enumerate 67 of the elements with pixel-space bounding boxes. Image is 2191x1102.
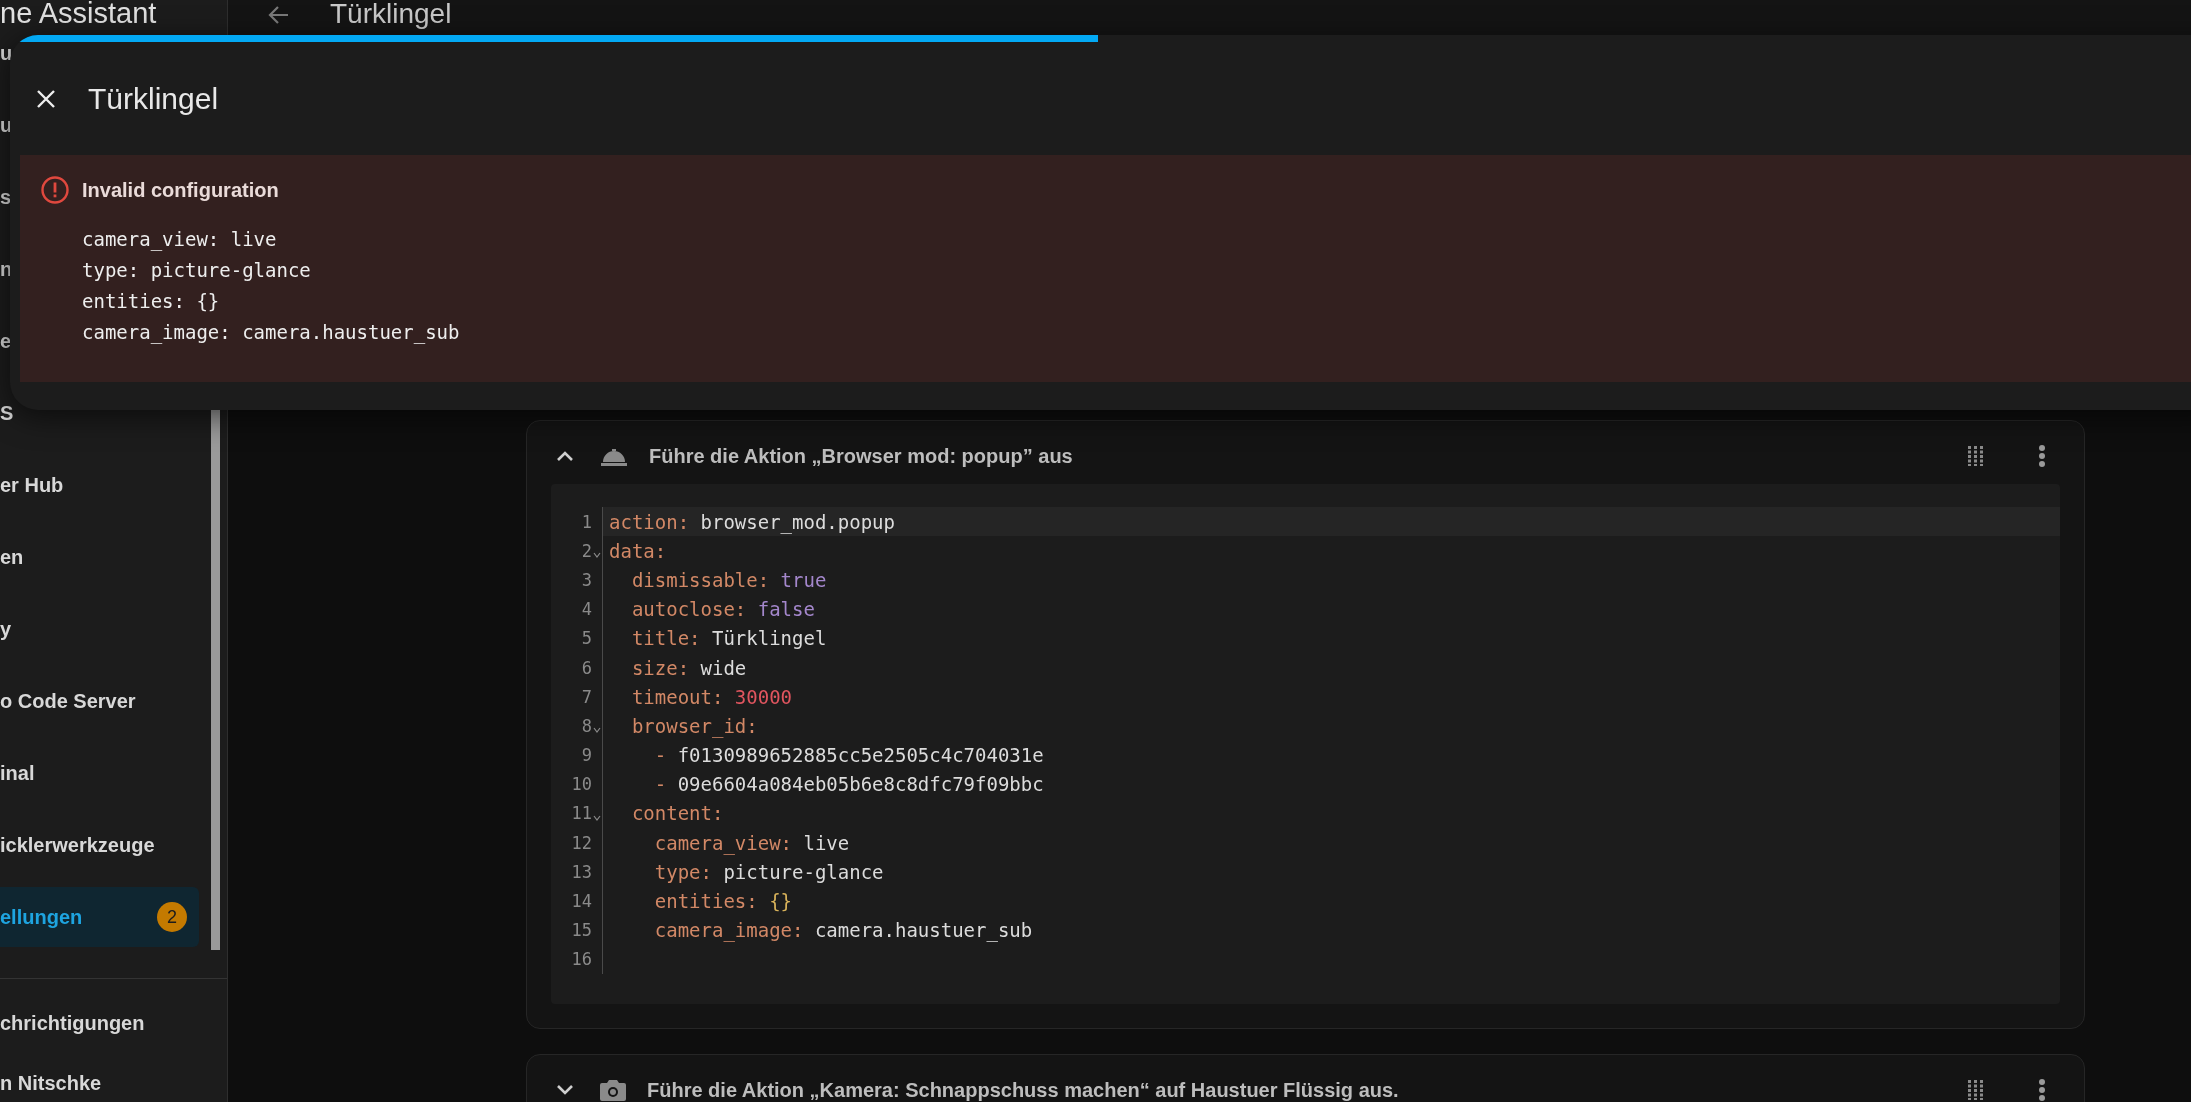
- sidebar-item[interactable]: n Nitschke: [0, 1053, 227, 1102]
- chevron-up-icon: [556, 450, 574, 462]
- fold-icon[interactable]: [593, 814, 601, 821]
- page-title: Türklingel: [330, 0, 452, 30]
- error-icon: [40, 175, 70, 205]
- drag-handle[interactable]: [1968, 1080, 1984, 1100]
- code-line: autoclose: false: [630, 598, 815, 621]
- notification-badge: 2: [157, 902, 187, 932]
- code-line: browser_id:: [630, 714, 758, 737]
- error-code-line: camera_image: camera.haustuer_sub: [82, 319, 460, 346]
- code-line: dismissable: true: [630, 568, 827, 591]
- line-number: 16: [571, 949, 592, 970]
- chevron-down-icon: [556, 1084, 574, 1096]
- code-line: - 09e6604a084eb05b6e8c8dfc79f09bbc: [653, 773, 1044, 796]
- line-number: 8: [581, 715, 592, 736]
- sidebar-item[interactable]: er Hub: [0, 473, 199, 497]
- line-number: 7: [581, 686, 592, 707]
- line-number: 14: [571, 891, 592, 912]
- line-number: 15: [571, 920, 592, 941]
- code-line: entities: {}: [653, 890, 793, 913]
- line-number: 2: [581, 540, 592, 561]
- line-number: 6: [581, 657, 592, 678]
- drag-handle-icon: [1968, 446, 1984, 466]
- app-title: ne Assistant: [0, 0, 157, 28]
- action-title: Führe die Aktion „Browser mod: popup” aus: [649, 444, 1074, 468]
- line-number: 12: [571, 832, 592, 853]
- sidebar-item[interactable]: o Code Server: [0, 689, 199, 713]
- sidebar-item[interactable]: icklerwerkzeuge: [0, 833, 199, 857]
- code-line: - f0130989652885cc5e2505c4c704031e: [653, 744, 1044, 767]
- line-number: 11: [571, 803, 592, 824]
- dialog-title: Türklingel: [88, 81, 219, 116]
- sidebar-item[interactable]: en: [0, 545, 199, 569]
- sidebar-item[interactable]: ellungen 2: [0, 887, 199, 947]
- line-number: 3: [581, 569, 592, 590]
- drag-handle[interactable]: [1968, 446, 1984, 466]
- sidebar-item[interactable]: inal: [0, 761, 199, 785]
- more-options-icon: [2038, 1078, 2046, 1102]
- fold-icon[interactable]: [593, 552, 601, 559]
- line-number: 4: [581, 599, 592, 620]
- code-line: size: wide: [630, 656, 747, 679]
- menu-button[interactable]: [2038, 444, 2046, 468]
- error-code-line: type: picture-glance: [82, 257, 311, 283]
- error-code-line: entities: {}: [82, 288, 220, 314]
- code-line: timeout: 30000: [630, 685, 793, 708]
- line-number: 1: [581, 511, 592, 532]
- menu-button[interactable]: [2038, 1078, 2046, 1102]
- fold-icon[interactable]: [593, 727, 601, 734]
- code-line: data:: [608, 539, 667, 562]
- sidebar-item[interactable]: y: [0, 617, 199, 641]
- code-line: type: picture-glance: [653, 860, 884, 883]
- error-code-line: camera_view: live: [82, 226, 277, 253]
- scrollbar[interactable]: [211, 410, 220, 950]
- code-line: action: browser_mod.popup: [608, 510, 895, 533]
- sidebar-item[interactable]: chrichtigungen: [0, 993, 227, 1053]
- code-line: title: Türklingel: [630, 627, 827, 650]
- code-line: camera_image: camera.haustuer_sub: [653, 919, 1033, 942]
- line-number: 13: [571, 861, 592, 882]
- more-options-icon: [2038, 444, 2046, 468]
- action-title: Führe die Aktion „Kamera: Schnappschuss machen“ auf Haustuer Flüssig aus.: [647, 1078, 1400, 1102]
- code-line: camera_view: live: [653, 831, 850, 854]
- line-number: 9: [581, 745, 592, 766]
- drag-handle-icon: [1968, 1080, 1984, 1100]
- code-line: content:: [630, 802, 724, 825]
- line-number: 5: [581, 628, 592, 649]
- line-number: 10: [571, 774, 592, 795]
- back-arrow-icon[interactable]: [268, 4, 290, 25]
- error-title: Invalid configuration: [82, 178, 279, 202]
